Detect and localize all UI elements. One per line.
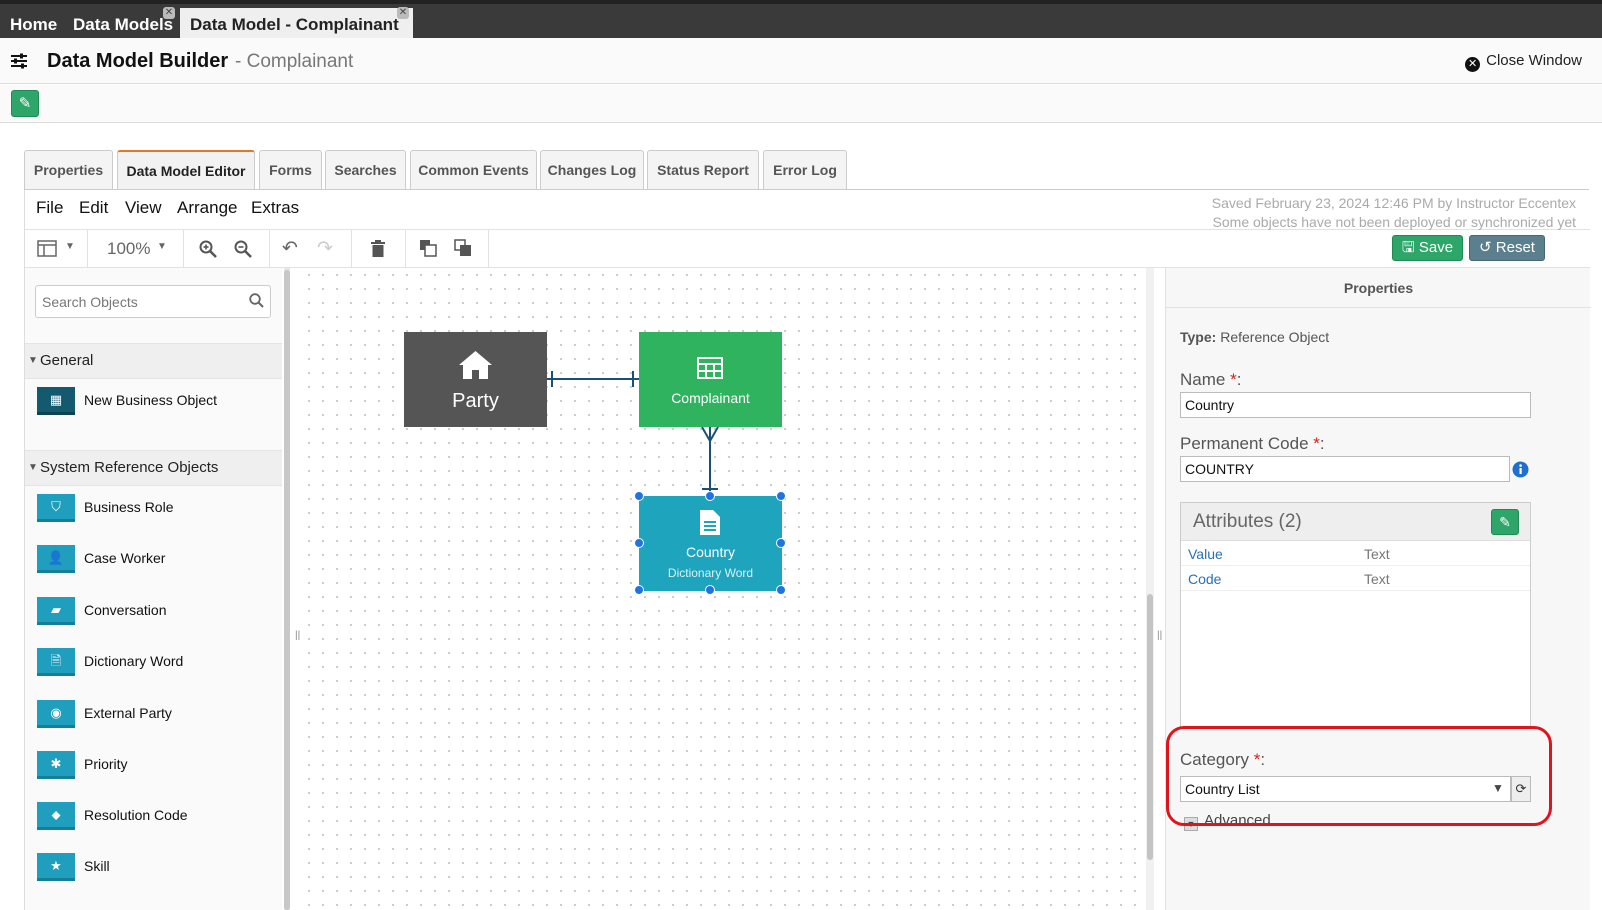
diagram-node-complainant[interactable]: Complainant — [639, 332, 782, 427]
diagram-node-party[interactable]: Party — [404, 332, 547, 427]
highlight-annotation — [1166, 726, 1552, 826]
crowfoot-line — [701, 426, 711, 442]
node-label: Party — [452, 390, 499, 412]
resize-handle[interactable] — [776, 491, 786, 501]
table-icon — [697, 357, 723, 379]
resize-handle[interactable] — [705, 585, 715, 595]
resize-handle[interactable] — [705, 491, 715, 501]
resize-handle[interactable] — [776, 538, 786, 548]
diagram-node-country[interactable]: Country Dictionary Word — [639, 496, 782, 591]
document-icon — [700, 510, 720, 535]
resize-handle[interactable] — [776, 585, 786, 595]
resize-handle[interactable] — [634, 538, 644, 548]
resize-handle[interactable] — [634, 585, 644, 595]
resize-handle[interactable] — [634, 491, 644, 501]
node-sublabel: Dictionary Word — [667, 566, 754, 580]
crowfoot-line — [709, 426, 719, 442]
home-icon — [459, 351, 492, 379]
node-label: Complainant — [671, 390, 750, 406]
node-label: Country — [685, 544, 736, 560]
